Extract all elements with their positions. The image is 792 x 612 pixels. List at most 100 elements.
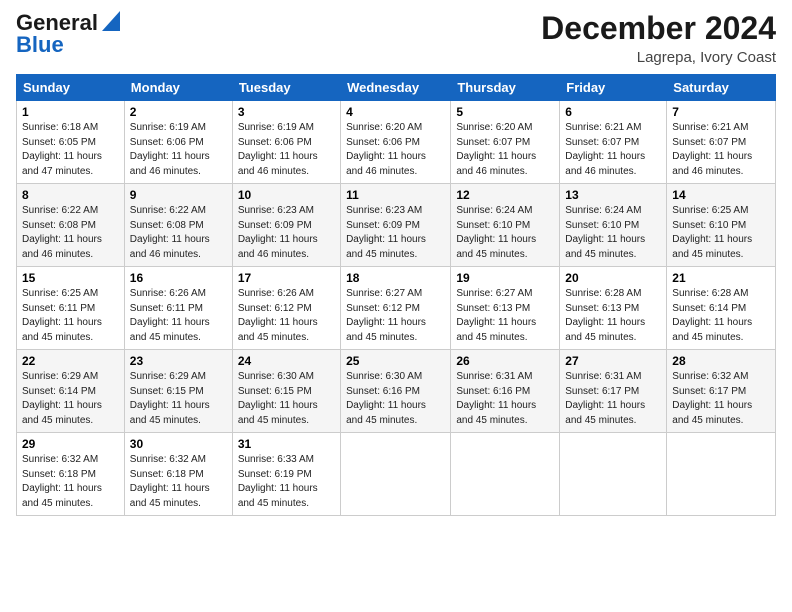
calendar-cell: 15Sunrise: 6:25 AM Sunset: 6:11 PM Dayli… [17, 267, 125, 350]
day-number: 22 [22, 354, 119, 368]
day-info: Sunrise: 6:30 AM Sunset: 6:16 PM Dayligh… [346, 371, 426, 426]
header: General Blue December 2024 Lagrepa, Ivor… [16, 10, 776, 66]
day-number: 21 [672, 271, 770, 285]
logo-blue: Blue [16, 32, 64, 58]
calendar-cell: 11 Sunrise: 6:23 AM Sunset: 6:09 PM Dayli… [341, 184, 451, 267]
day-info: Sunrise: 6:32 AM Sunset: 6:18 PM Dayligh… [130, 454, 210, 509]
day-number: 19 [456, 271, 554, 285]
location: Lagrepa, Ivory Coast [541, 49, 776, 66]
day-number: 9 [130, 188, 227, 202]
day-number: 15 [22, 271, 119, 285]
calendar-cell: 8 Sunrise: 6:22 AM Sunset: 6:08 PM Daylig… [17, 184, 125, 267]
logo-triangle-icon [102, 11, 120, 36]
calendar-cell: 3 Sunrise: 6:19 AM Sunset: 6:06 PM Daylig… [232, 101, 340, 184]
day-info: Sunrise: 6:19 AM Sunset: 6:06 PM Dayligh… [238, 122, 318, 177]
calendar-header-row: SundayMondayTuesdayWednesdayThursdayFrid… [17, 75, 776, 101]
day-info: Sunrise: 6:24 AM Sunset: 6:10 PM Dayligh… [456, 205, 536, 260]
calendar-cell: 24 Sunrise: 6:30 AM Sunset: 6:15 PM Dayli… [232, 350, 340, 433]
day-info: Sunrise: 6:19 AM Sunset: 6:06 PM Dayligh… [130, 122, 210, 177]
col-header-thursday: Thursday [451, 75, 560, 101]
day-number: 3 [238, 105, 335, 119]
day-number: 6 [565, 105, 661, 119]
day-info: Sunrise: 6:30 AM Sunset: 6:15 PM Dayligh… [238, 371, 318, 426]
day-info: Sunrise: 6:18 AM Sunset: 6:05 PM Dayligh… [22, 122, 102, 177]
page-container: General Blue December 2024 Lagrepa, Ivor… [0, 0, 792, 526]
day-info: Sunrise: 6:25 AM Sunset: 6:10 PM Dayligh… [672, 205, 752, 260]
month-year: December 2024 [541, 10, 776, 47]
calendar-week-4: 22Sunrise: 6:29 AM Sunset: 6:14 PM Dayli… [17, 350, 776, 433]
day-number: 11 [346, 188, 445, 202]
calendar-cell: 20 Sunrise: 6:28 AM Sunset: 6:13 PM Dayli… [560, 267, 667, 350]
calendar-cell: 22Sunrise: 6:29 AM Sunset: 6:14 PM Dayli… [17, 350, 125, 433]
calendar-cell: 6Sunrise: 6:21 AM Sunset: 6:07 PM Daylig… [560, 101, 667, 184]
calendar-cell: 26 Sunrise: 6:31 AM Sunset: 6:16 PM Dayli… [451, 350, 560, 433]
calendar-cell: 7 Sunrise: 6:21 AM Sunset: 6:07 PM Daylig… [667, 101, 776, 184]
day-info: Sunrise: 6:29 AM Sunset: 6:15 PM Dayligh… [130, 371, 210, 426]
calendar-cell: 25 Sunrise: 6:30 AM Sunset: 6:16 PM Dayli… [341, 350, 451, 433]
day-info: Sunrise: 6:20 AM Sunset: 6:06 PM Dayligh… [346, 122, 426, 177]
calendar-cell: 29 Sunrise: 6:32 AM Sunset: 6:18 PM Dayli… [17, 433, 125, 516]
calendar-cell: 30 Sunrise: 6:32 AM Sunset: 6:18 PM Dayli… [124, 433, 232, 516]
day-number: 25 [346, 354, 445, 368]
day-number: 31 [238, 437, 335, 451]
calendar-cell: 27Sunrise: 6:31 AM Sunset: 6:17 PM Dayli… [560, 350, 667, 433]
calendar-cell: 10Sunrise: 6:23 AM Sunset: 6:09 PM Dayli… [232, 184, 340, 267]
day-info: Sunrise: 6:31 AM Sunset: 6:17 PM Dayligh… [565, 371, 645, 426]
col-header-tuesday: Tuesday [232, 75, 340, 101]
day-info: Sunrise: 6:26 AM Sunset: 6:12 PM Dayligh… [238, 288, 318, 343]
calendar-cell: 28Sunrise: 6:32 AM Sunset: 6:17 PM Dayli… [667, 350, 776, 433]
calendar-cell: 9 Sunrise: 6:22 AM Sunset: 6:08 PM Daylig… [124, 184, 232, 267]
day-info: Sunrise: 6:32 AM Sunset: 6:18 PM Dayligh… [22, 454, 102, 509]
day-number: 29 [22, 437, 119, 451]
calendar-cell: 23Sunrise: 6:29 AM Sunset: 6:15 PM Dayli… [124, 350, 232, 433]
day-info: Sunrise: 6:22 AM Sunset: 6:08 PM Dayligh… [130, 205, 210, 260]
day-info: Sunrise: 6:23 AM Sunset: 6:09 PM Dayligh… [346, 205, 426, 260]
calendar-cell: 19Sunrise: 6:27 AM Sunset: 6:13 PM Dayli… [451, 267, 560, 350]
calendar-cell: 17 Sunrise: 6:26 AM Sunset: 6:12 PM Dayli… [232, 267, 340, 350]
day-number: 1 [22, 105, 119, 119]
calendar-cell: 2 Sunrise: 6:19 AM Sunset: 6:06 PM Daylig… [124, 101, 232, 184]
calendar-cell: 4 Sunrise: 6:20 AM Sunset: 6:06 PM Daylig… [341, 101, 451, 184]
col-header-sunday: Sunday [17, 75, 125, 101]
calendar-table: SundayMondayTuesdayWednesdayThursdayFrid… [16, 74, 776, 516]
day-info: Sunrise: 6:32 AM Sunset: 6:17 PM Dayligh… [672, 371, 752, 426]
logo: General Blue [16, 10, 120, 58]
day-number: 14 [672, 188, 770, 202]
calendar-cell: 13Sunrise: 6:24 AM Sunset: 6:10 PM Dayli… [560, 184, 667, 267]
day-info: Sunrise: 6:28 AM Sunset: 6:14 PM Dayligh… [672, 288, 752, 343]
calendar-cell: 12Sunrise: 6:24 AM Sunset: 6:10 PM Dayli… [451, 184, 560, 267]
day-number: 16 [130, 271, 227, 285]
day-info: Sunrise: 6:26 AM Sunset: 6:11 PM Dayligh… [130, 288, 210, 343]
calendar-week-5: 29 Sunrise: 6:32 AM Sunset: 6:18 PM Dayli… [17, 433, 776, 516]
calendar-cell [560, 433, 667, 516]
calendar-cell [451, 433, 560, 516]
day-info: Sunrise: 6:28 AM Sunset: 6:13 PM Dayligh… [565, 288, 645, 343]
day-info: Sunrise: 6:21 AM Sunset: 6:07 PM Dayligh… [672, 122, 752, 177]
day-number: 17 [238, 271, 335, 285]
day-info: Sunrise: 6:31 AM Sunset: 6:16 PM Dayligh… [456, 371, 536, 426]
calendar-cell: 14 Sunrise: 6:25 AM Sunset: 6:10 PM Dayli… [667, 184, 776, 267]
day-number: 4 [346, 105, 445, 119]
calendar-cell [667, 433, 776, 516]
day-info: Sunrise: 6:22 AM Sunset: 6:08 PM Dayligh… [22, 205, 102, 260]
col-header-friday: Friday [560, 75, 667, 101]
day-number: 2 [130, 105, 227, 119]
calendar-cell: 18Sunrise: 6:27 AM Sunset: 6:12 PM Dayli… [341, 267, 451, 350]
calendar-week-2: 8 Sunrise: 6:22 AM Sunset: 6:08 PM Daylig… [17, 184, 776, 267]
calendar-cell: 31 Sunrise: 6:33 AM Sunset: 6:19 PM Dayli… [232, 433, 340, 516]
calendar-week-1: 1 Sunrise: 6:18 AM Sunset: 6:05 PM Daylig… [17, 101, 776, 184]
day-number: 7 [672, 105, 770, 119]
col-header-wednesday: Wednesday [341, 75, 451, 101]
day-info: Sunrise: 6:23 AM Sunset: 6:09 PM Dayligh… [238, 205, 318, 260]
day-number: 24 [238, 354, 335, 368]
day-number: 30 [130, 437, 227, 451]
day-info: Sunrise: 6:27 AM Sunset: 6:12 PM Dayligh… [346, 288, 426, 343]
day-number: 8 [22, 188, 119, 202]
day-number: 26 [456, 354, 554, 368]
day-number: 20 [565, 271, 661, 285]
day-info: Sunrise: 6:24 AM Sunset: 6:10 PM Dayligh… [565, 205, 645, 260]
calendar-cell [341, 433, 451, 516]
day-info: Sunrise: 6:33 AM Sunset: 6:19 PM Dayligh… [238, 454, 318, 509]
calendar-week-3: 15Sunrise: 6:25 AM Sunset: 6:11 PM Dayli… [17, 267, 776, 350]
col-header-monday: Monday [124, 75, 232, 101]
